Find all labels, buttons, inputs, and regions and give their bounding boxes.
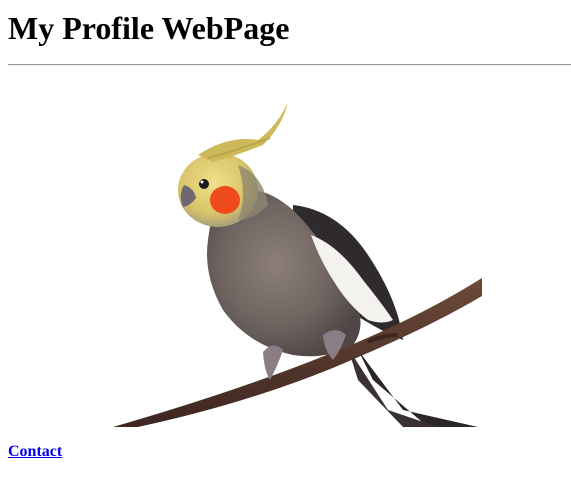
horizontal-divider: [8, 64, 571, 66]
bird-tail: [358, 350, 478, 427]
profile-photo: [8, 80, 482, 427]
contact-link[interactable]: Contact: [8, 442, 62, 462]
cheek-patch: [210, 186, 240, 214]
bird-eye: [199, 179, 209, 189]
bird-crest: [198, 102, 288, 162]
page-title: My Profile WebPage: [8, 10, 290, 46]
page-body: My Profile WebPage Contact: [8, 0, 571, 499]
bird-icon: [113, 102, 482, 427]
